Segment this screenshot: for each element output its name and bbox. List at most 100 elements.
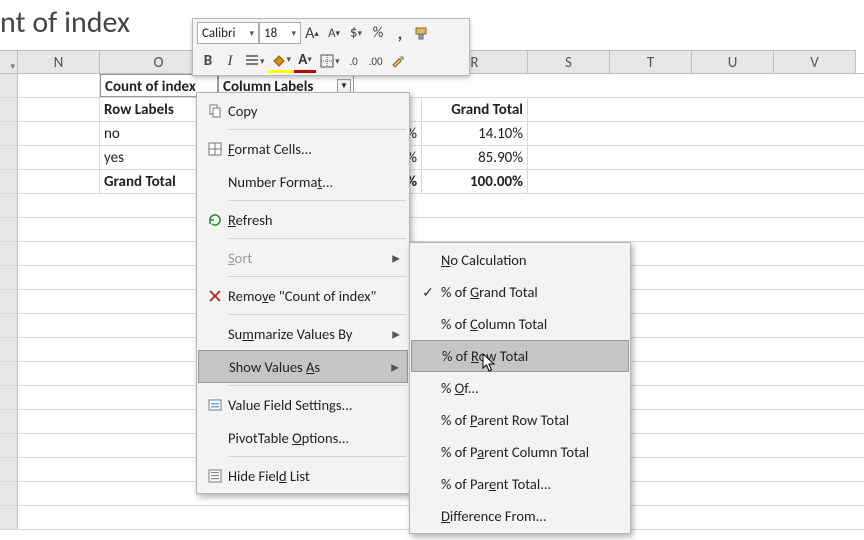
- sub-label: % Of...: [441, 379, 623, 397]
- cell[interactable]: [18, 146, 100, 169]
- ctx-label: PivotTable Options...: [228, 429, 404, 447]
- cell[interactable]: [18, 122, 100, 145]
- accounting-format-icon[interactable]: $▾: [345, 21, 367, 45]
- column-header[interactable]: T: [610, 50, 692, 73]
- font-size-select[interactable]: 18 ▾: [259, 22, 301, 44]
- select-all-corner[interactable]: ▾: [0, 50, 18, 73]
- show-values-as-submenu: No Calculation ✓ % of Grand Total % of C…: [409, 242, 631, 534]
- ctx-format-cells[interactable]: Format Cells...: [198, 132, 408, 165]
- pivot-header-row: Count of index Column Labels ▼: [0, 74, 864, 98]
- percent-format-icon[interactable]: %: [367, 21, 389, 45]
- ctx-label: Copy: [228, 102, 404, 120]
- pivot-grand-total-header[interactable]: Grand Total: [422, 98, 528, 121]
- ctx-label: Number Format...: [228, 173, 404, 191]
- font-color-icon[interactable]: A▾: [294, 49, 316, 73]
- font-name-select[interactable]: Calibri ▾: [197, 22, 259, 44]
- ctx-label: Sort: [228, 249, 404, 267]
- ctx-label: Summarize Values By: [228, 325, 404, 343]
- refresh-icon: [202, 212, 228, 228]
- ctx-value-field-settings[interactable]: Value Field Settings...: [198, 388, 408, 421]
- ctx-sort: Sort ▶: [198, 241, 408, 274]
- grow-font-icon[interactable]: A▴: [301, 21, 323, 45]
- ctx-hide-field-list[interactable]: Hide Field List: [198, 459, 408, 492]
- sub-pct-parent-row-total[interactable]: % of Parent Row Total: [411, 404, 629, 436]
- decrease-decimal-icon[interactable]: .00: [365, 49, 387, 73]
- field-list-icon: [202, 468, 228, 484]
- copy-icon: [202, 103, 228, 119]
- comma-format-icon[interactable]: ,: [389, 21, 411, 45]
- cell[interactable]: [18, 170, 100, 193]
- sub-pct-parent-total[interactable]: % of Parent Total...: [411, 468, 629, 500]
- ctx-number-format[interactable]: Number Format...: [198, 165, 408, 198]
- cells-icon: [202, 141, 228, 157]
- ctx-label: Refresh: [228, 211, 404, 229]
- ctx-show-values-as[interactable]: Show Values As ▶: [198, 350, 408, 383]
- toolbar-row-1: Calibri ▾ 18 ▾ A▴ A▾ $▾ % ,: [193, 19, 469, 47]
- sub-difference-from[interactable]: Difference From...: [411, 500, 629, 532]
- ctx-refresh[interactable]: Refresh: [198, 203, 408, 236]
- sub-pct-parent-column-total[interactable]: % of Parent Column Total: [411, 436, 629, 468]
- ctx-label: Value Field Settings...: [228, 396, 404, 414]
- sub-label: No Calculation: [441, 251, 623, 269]
- ctx-summarize-values-by[interactable]: Summarize Values By ▶: [198, 317, 408, 350]
- sub-pct-column-total[interactable]: % of Column Total: [411, 308, 629, 340]
- font-name-value: Calibri: [202, 26, 235, 41]
- toolbar-row-2: B I ▾ ▾ A▾ ▾ .0 .00: [193, 47, 469, 75]
- column-header[interactable]: S: [528, 50, 610, 73]
- ctx-label: Format Cells...: [228, 140, 404, 158]
- shrink-font-icon[interactable]: A▾: [323, 21, 345, 45]
- sub-label: % of Row Total: [442, 347, 622, 365]
- mini-toolbar: Calibri ▾ 18 ▾ A▴ A▾ $▾ % , B I ▾ ▾ A▾: [192, 18, 470, 76]
- sub-label: % of Grand Total: [441, 283, 623, 301]
- pivot-grand-total-row: Grand Total % 100.00%: [0, 170, 864, 194]
- increase-decimal-icon[interactable]: .0: [343, 49, 365, 73]
- ctx-copy[interactable]: Copy: [198, 94, 408, 127]
- cell[interactable]: [18, 74, 100, 97]
- sub-label: % of Parent Column Total: [441, 443, 623, 461]
- ctx-label: Remove "Count of index": [228, 287, 404, 305]
- sub-pct-grand-total[interactable]: ✓ % of Grand Total: [411, 276, 629, 308]
- borders-icon[interactable]: ▾: [316, 49, 343, 73]
- check-icon: ✓: [415, 284, 441, 301]
- pivot-data-row: no % 14.10%: [0, 122, 864, 146]
- font-size-value: 18: [264, 26, 277, 41]
- bold-button[interactable]: B: [197, 49, 219, 73]
- sub-pct-of[interactable]: % Of...: [411, 372, 629, 404]
- sub-pct-row-total[interactable]: % of Row Total: [411, 340, 629, 372]
- page-title: nt of index: [0, 4, 130, 41]
- chevron-down-icon: ▾: [10, 61, 15, 72]
- cell[interactable]: [18, 98, 100, 121]
- ctx-remove[interactable]: Remove "Count of index": [198, 279, 408, 312]
- close-icon: [202, 288, 228, 304]
- column-header[interactable]: U: [692, 50, 774, 73]
- column-header[interactable]: N: [18, 50, 100, 73]
- sub-label: % of Parent Row Total: [441, 411, 623, 429]
- pivot-row-labels-text: Row Labels: [104, 101, 174, 119]
- pivot-value-cell[interactable]: 14.10%: [422, 122, 528, 145]
- chevron-down-icon: ▾: [291, 28, 296, 39]
- fill-color-icon[interactable]: ▾: [268, 49, 295, 73]
- align-icon[interactable]: ▾: [241, 49, 268, 73]
- sub-label: Difference From...: [441, 507, 623, 525]
- format-painter-icon[interactable]: [411, 21, 433, 45]
- pivot-data-row: yes % 85.90%: [0, 146, 864, 170]
- pivot-row-labels-row: Row Labels ▼ Grand Total: [0, 98, 864, 122]
- italic-button[interactable]: I: [219, 49, 241, 73]
- context-menu: Copy Format Cells... Number Format... Re…: [196, 92, 410, 494]
- ctx-label: Show Values As: [229, 358, 403, 376]
- chevron-right-icon: ▶: [392, 327, 400, 340]
- column-header[interactable]: V: [774, 50, 856, 73]
- ctx-label: Hide Field List: [228, 467, 404, 485]
- chevron-right-icon: ▶: [392, 251, 400, 264]
- paintbrush-icon[interactable]: [387, 49, 409, 73]
- sub-no-calculation[interactable]: No Calculation: [411, 244, 629, 276]
- chevron-down-icon[interactable]: ▼: [337, 79, 351, 93]
- pivot-gt-cell[interactable]: 100.00%: [422, 170, 528, 193]
- pivot-value-cell[interactable]: 85.90%: [422, 146, 528, 169]
- chevron-right-icon: ▶: [391, 360, 399, 373]
- chevron-down-icon: ▾: [249, 28, 254, 39]
- sub-label: % of Column Total: [441, 315, 623, 333]
- sub-label: % of Parent Total...: [441, 475, 623, 493]
- settings-icon: [202, 397, 228, 413]
- ctx-pivottable-options[interactable]: PivotTable Options...: [198, 421, 408, 454]
